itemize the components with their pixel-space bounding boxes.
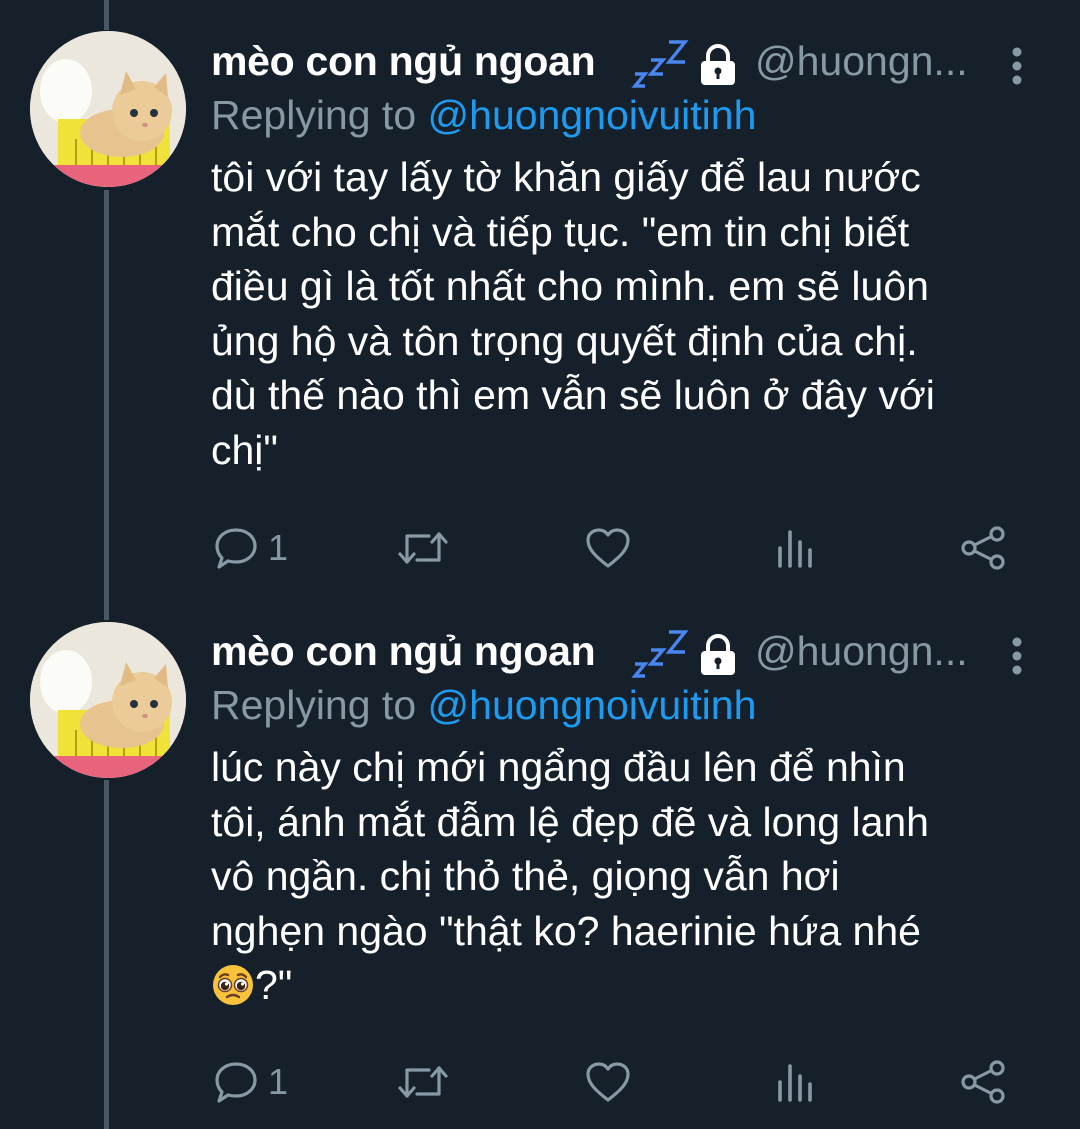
heart-icon bbox=[586, 1062, 630, 1102]
tweet-text-line-end: ?" bbox=[255, 962, 293, 1008]
display-name[interactable]: mèo con ngủ ngoan bbox=[211, 628, 596, 675]
like-button[interactable] bbox=[585, 518, 631, 578]
analytics-icon bbox=[778, 1064, 812, 1102]
tweet-text-line: lúc này chị mới ngẩng đầu lên để nhìn bbox=[211, 744, 906, 790]
retweet-button[interactable] bbox=[397, 1052, 449, 1112]
comment-icon bbox=[215, 528, 257, 569]
replying-to-label: Replying to bbox=[211, 92, 428, 138]
share-icon bbox=[961, 526, 1005, 570]
zzz-icon bbox=[631, 40, 689, 88]
retweet-icon bbox=[398, 532, 448, 564]
tweet-text-line: mắt cho chị và tiếp tục. "em tin chị biế… bbox=[211, 208, 910, 255]
lock-icon bbox=[701, 634, 735, 675]
tweet-text-line: nghẹn ngào "thật ko? haerinie hứa nhé bbox=[211, 907, 921, 954]
heart-icon bbox=[586, 528, 630, 568]
comment-icon bbox=[215, 1062, 257, 1103]
tweet-text-line: điều gì là tốt nhất cho mình. em sẽ luôn bbox=[211, 263, 929, 309]
replying-to: Replying to @huongnoivuitinh bbox=[211, 682, 1031, 729]
avatar[interactable] bbox=[30, 31, 186, 187]
replying-to-label: Replying to bbox=[211, 682, 428, 728]
zzz-icon bbox=[631, 630, 689, 678]
tweet-text-line: ủng hộ và tôn trọng quyết định của chị. bbox=[211, 317, 918, 364]
reply-button[interactable]: 1 bbox=[214, 1052, 288, 1112]
tweet-text: tôi với tay lấy tờ khăn giấy để lau nước… bbox=[211, 150, 1031, 477]
tweet-text-line: chị" bbox=[211, 426, 278, 473]
tweet-text-line: tôi với tay lấy tờ khăn giấy để lau nước bbox=[211, 154, 921, 200]
share-button[interactable] bbox=[960, 1052, 1006, 1112]
like-button[interactable] bbox=[585, 1052, 631, 1112]
avatar[interactable] bbox=[30, 622, 186, 778]
more-vertical-icon[interactable] bbox=[1007, 46, 1027, 86]
replying-to: Replying to @huongnoivuitinh bbox=[211, 92, 1031, 139]
replying-to-link[interactable]: @huongnoivuitinh bbox=[428, 92, 757, 138]
tweet-text: lúc này chị mới ngẩng đầu lên để nhìn tô… bbox=[211, 740, 1031, 1013]
reply-count: 1 bbox=[268, 527, 289, 568]
share-button[interactable] bbox=[960, 518, 1006, 578]
tweet-text-line-last: ?" bbox=[211, 958, 1031, 1013]
pleading-face-emoji bbox=[213, 965, 253, 1005]
share-icon bbox=[961, 1060, 1005, 1104]
analytics-icon bbox=[778, 530, 812, 568]
tweet-text-line: dù thế nào thì em vẫn sẽ luôn ở đây với bbox=[211, 372, 935, 418]
reply-button[interactable]: 1 bbox=[214, 518, 288, 578]
replying-to-link[interactable]: @huongnoivuitinh bbox=[428, 682, 757, 728]
analytics-button[interactable] bbox=[776, 518, 816, 578]
lock-icon bbox=[701, 44, 735, 85]
tweet-text-line: tôi, ánh mắt đẫm lệ đẹp đẽ và long lanh bbox=[211, 798, 929, 845]
handle[interactable]: @huongn... bbox=[755, 38, 968, 85]
tweet-text-line: vô ngần. chị thỏ thẻ, giọng vẫn hơi bbox=[211, 853, 840, 899]
display-name[interactable]: mèo con ngủ ngoan bbox=[211, 38, 596, 85]
analytics-button[interactable] bbox=[776, 1052, 816, 1112]
reply-count: 1 bbox=[268, 1061, 289, 1102]
retweet-icon bbox=[398, 1066, 448, 1098]
tweet[interactable]: mèo con ngủ ngoan @huongn... Replying to… bbox=[0, 0, 1080, 600]
tweet[interactable]: mèo con ngủ ngoan @huongn... Replying to… bbox=[0, 600, 1080, 1129]
more-vertical-icon[interactable] bbox=[1007, 636, 1027, 676]
handle[interactable]: @huongn... bbox=[755, 628, 968, 675]
retweet-button[interactable] bbox=[397, 518, 449, 578]
